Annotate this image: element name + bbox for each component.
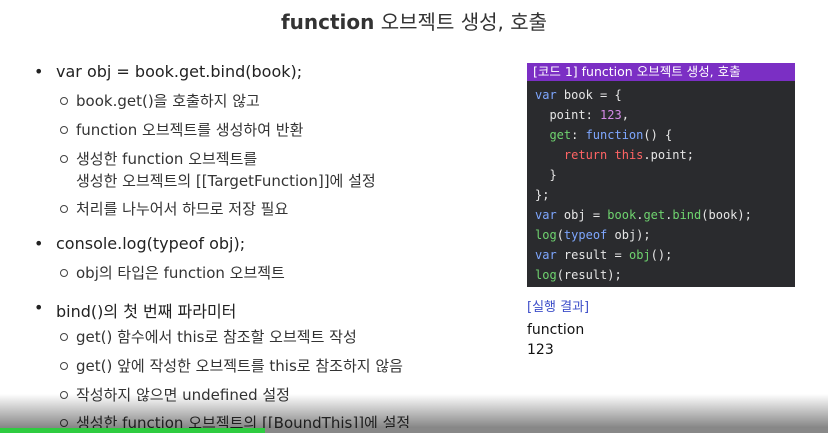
code-box: [코드 1] function 오브젝트 생성, 호출 var book = {… xyxy=(527,63,795,287)
execution-result-line: 123 xyxy=(527,342,554,358)
bullet-bind-call: var obj = book.get.bind(book); xyxy=(34,62,302,81)
sub-bullet: 생성한 function 오브젝트를 xyxy=(60,148,257,170)
slide-title-rest: 오브젝트 생성, 호출 xyxy=(374,10,548,34)
bullet-console-log: console.log(typeof obj); xyxy=(34,234,245,253)
sub-bullet: get() 앞에 작성한 오브젝트를 this로 참조하지 않음 xyxy=(60,355,403,377)
video-progress-fill xyxy=(0,428,265,433)
slide-title-bold: function xyxy=(280,10,375,34)
sub-bullet: book.get()을 호출하지 않고 xyxy=(60,90,260,112)
code-box-header: [코드 1] function 오브젝트 생성, 호출 xyxy=(527,63,795,81)
sub-bullet-continuation: 생성한 오브젝트의 [[TargetFunction]]에 설정 xyxy=(76,172,376,190)
sub-bullet: function 오브젝트를 생성하여 반환 xyxy=(60,119,303,141)
sub-bullet: 작성하지 않으면 undefined 설정 xyxy=(60,384,290,406)
sub-bullet: obj의 타입은 function 오브젝트 xyxy=(60,262,285,284)
slide-title: function 오브젝트 생성, 호출 xyxy=(0,6,828,35)
bullet-bind-param: bind()의 첫 번째 파라미터 xyxy=(34,298,236,322)
sub-bullet: 처리를 나누어서 하므로 저장 필요 xyxy=(60,198,288,220)
sub-bullet: get() 함수에서 this로 참조할 오브젝트 작성 xyxy=(60,326,357,348)
video-progress-bar[interactable] xyxy=(0,428,828,433)
code-listing: var book = { point: 123, get: function()… xyxy=(535,88,752,282)
execution-result-line: function xyxy=(527,322,585,338)
execution-result-label: [실행 결과] xyxy=(527,300,590,315)
